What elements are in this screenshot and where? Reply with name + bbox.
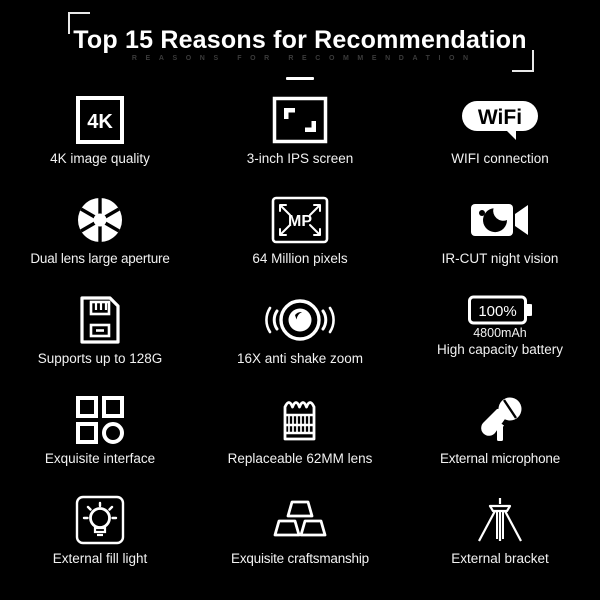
promo-feature-poster: Top 15 Reasons for Recommendation REASON… [0, 0, 600, 600]
lens-barrel-icon [278, 392, 322, 448]
feature-item-microphone: External microphone [400, 390, 600, 490]
feature-label: Dual lens large aperture [30, 251, 170, 266]
title-underline-rule [286, 77, 314, 80]
feature-row: Exquisite interface Replaceable 62MM len… [0, 390, 600, 490]
feature-label: Replaceable 62MM lens [227, 451, 373, 466]
feature-item-battery: 100% 4800mAh High capacity battery [400, 290, 600, 390]
night-vision-camcorder-icon [469, 192, 531, 248]
feature-label: Exquisite craftsmanship [231, 551, 369, 566]
microphone-icon [473, 392, 527, 448]
feature-label: 3-inch IPS screen [246, 151, 354, 166]
wifi-badge-text: WiFi [478, 106, 522, 129]
feature-label: Exquisite interface [44, 451, 156, 466]
feature-item-craftsmanship: Exquisite craftsmanship [200, 490, 400, 592]
megapixel-frame-icon: MP [271, 192, 329, 248]
interface-grid-icon [75, 392, 125, 448]
feature-label: External fill light [52, 551, 148, 566]
battery-icon: 100% 4800mAh [468, 292, 532, 342]
feature-label: WIFI connection [451, 151, 549, 166]
anti-shake-lens-icon [265, 292, 335, 348]
feature-item-lens: Replaceable 62MM lens [200, 390, 400, 490]
header: Top 15 Reasons for Recommendation REASON… [0, 0, 600, 90]
feature-item-bracket: External bracket [400, 490, 600, 592]
feature-item-4k: 4K 4K image quality [0, 90, 200, 190]
sd-card-icon [78, 292, 122, 348]
aperture-icon [75, 192, 125, 248]
feature-label: 64 Million pixels [252, 251, 348, 266]
feature-label: High capacity battery [436, 342, 564, 357]
feature-row: Supports up to 128G 16X anti shake zoom … [0, 290, 600, 390]
page-title: Top 15 Reasons for Recommendation [73, 26, 527, 54]
feature-item-interface: Exquisite interface [0, 390, 200, 490]
feature-item-storage: Supports up to 128G [0, 290, 200, 390]
feature-item-fill-light: External fill light [0, 490, 200, 592]
feature-item-anti-shake: 16X anti shake zoom [200, 290, 400, 390]
feature-item-wifi: WiFi WIFI connection [400, 90, 600, 190]
tripod-icon [473, 492, 527, 548]
feature-row: Dual lens large aperture MP 64 Million p… [0, 190, 600, 290]
battery-percent-text: 100% [478, 303, 516, 320]
feature-row: External fill light Exquisite craftsmans… [0, 490, 600, 592]
wifi-badge-icon: WiFi [462, 92, 538, 148]
fill-light-icon [75, 492, 125, 548]
feature-label: 4K image quality [50, 151, 150, 166]
feature-label: External bracket [451, 551, 549, 566]
4k-badge-text: 4K [87, 111, 113, 133]
page-subtitle: REASONS FOR RECOMMENDATION [131, 55, 477, 62]
4k-square-icon: 4K [75, 92, 125, 148]
mp-badge-text: MP [288, 213, 312, 230]
feature-item-aperture: Dual lens large aperture [0, 190, 200, 290]
feature-label: Supports up to 128G [37, 351, 163, 366]
feature-label: External microphone [439, 451, 560, 466]
feature-item-night-vision: IR-CUT night vision [400, 190, 600, 290]
feature-label: 16X anti shake zoom [236, 351, 364, 366]
feature-grid: 4K 4K image quality 3-inch IPS screen Wi… [0, 90, 600, 592]
feature-label: IR-CUT night vision [441, 251, 559, 266]
feature-item-ips-screen: 3-inch IPS screen [200, 90, 400, 190]
feature-row: 4K 4K image quality 3-inch IPS screen Wi… [0, 90, 600, 190]
feature-item-megapixels: MP 64 Million pixels [200, 190, 400, 290]
gold-ingot-icon [271, 492, 329, 548]
ips-screen-icon [272, 92, 328, 148]
battery-capacity-label: 4800mAh [473, 325, 527, 340]
